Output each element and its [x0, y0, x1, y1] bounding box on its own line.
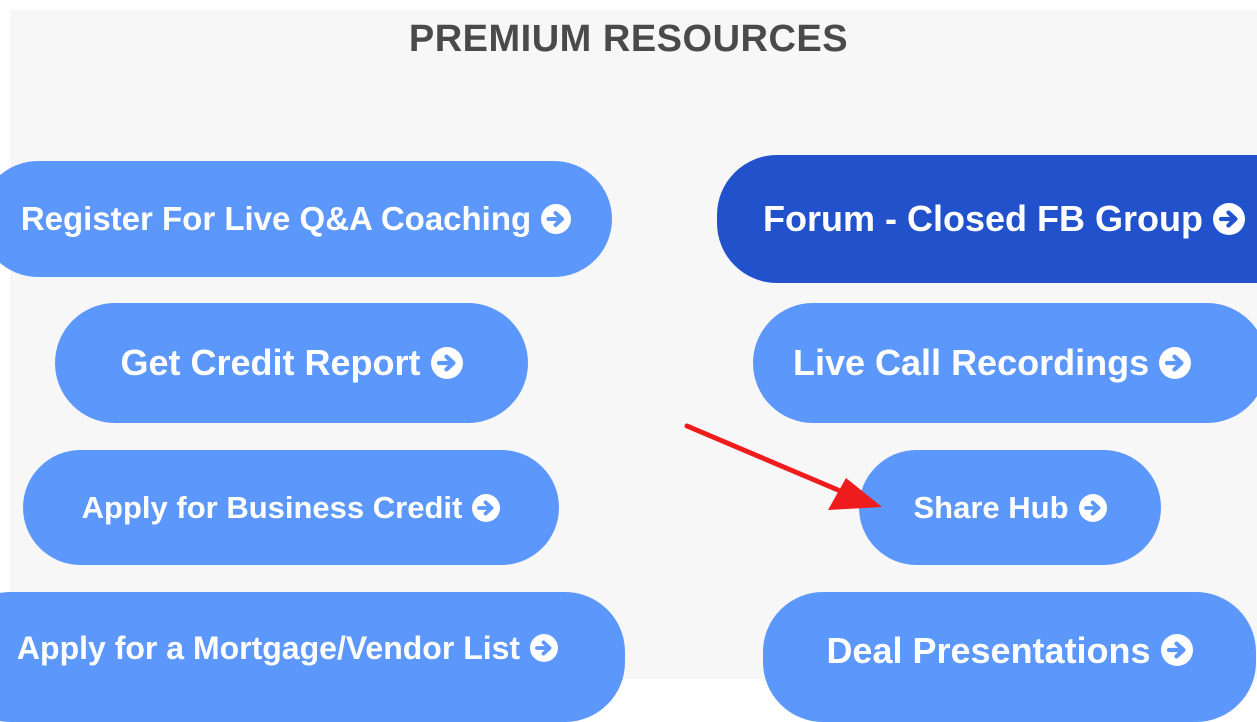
- arrow-circle-right-icon: [1160, 634, 1193, 666]
- section-title: PREMIUM RESOURCES: [408, 18, 849, 60]
- live-call-recordings-label: Live Call Recordings: [793, 342, 1150, 383]
- deal-presentations-label: Deal Presentations: [826, 630, 1151, 671]
- arrow-circle-right-icon: [541, 204, 572, 234]
- get-credit-report-button[interactable]: Get Credit Report: [55, 303, 528, 423]
- apply-mortgage-vendor-label: Apply for a Mortgage/Vendor List: [16, 630, 521, 666]
- forum-closed-fb-group-label: Forum - Closed FB Group: [763, 198, 1203, 239]
- share-hub-label: Share Hub: [913, 489, 1069, 525]
- apply-business-credit-button[interactable]: Apply for Business Credit: [23, 450, 559, 565]
- apply-business-credit-label: Apply for Business Credit: [81, 489, 463, 525]
- share-hub-button[interactable]: Share Hub: [859, 450, 1161, 565]
- register-live-qa-label: Register For Live Q&A Coaching: [20, 200, 532, 237]
- get-credit-report-label: Get Credit Report: [120, 342, 421, 383]
- arrow-circle-right-icon: [1078, 493, 1107, 522]
- arrow-circle-right-icon: [530, 634, 559, 662]
- arrow-circle-right-icon: [1212, 203, 1245, 235]
- deal-presentations-button[interactable]: Deal Presentations: [763, 592, 1256, 722]
- register-live-qa-button[interactable]: Register For Live Q&A Coaching: [0, 161, 612, 277]
- live-call-recordings-button[interactable]: Live Call Recordings: [753, 303, 1257, 423]
- apply-mortgage-vendor-button[interactable]: Apply for a Mortgage/Vendor List: [0, 592, 625, 722]
- arrow-circle-right-icon: [1159, 347, 1192, 379]
- arrow-circle-right-icon: [430, 347, 463, 379]
- arrow-circle-right-icon: [472, 493, 501, 522]
- forum-closed-fb-group-button[interactable]: Forum - Closed FB Group: [717, 155, 1257, 283]
